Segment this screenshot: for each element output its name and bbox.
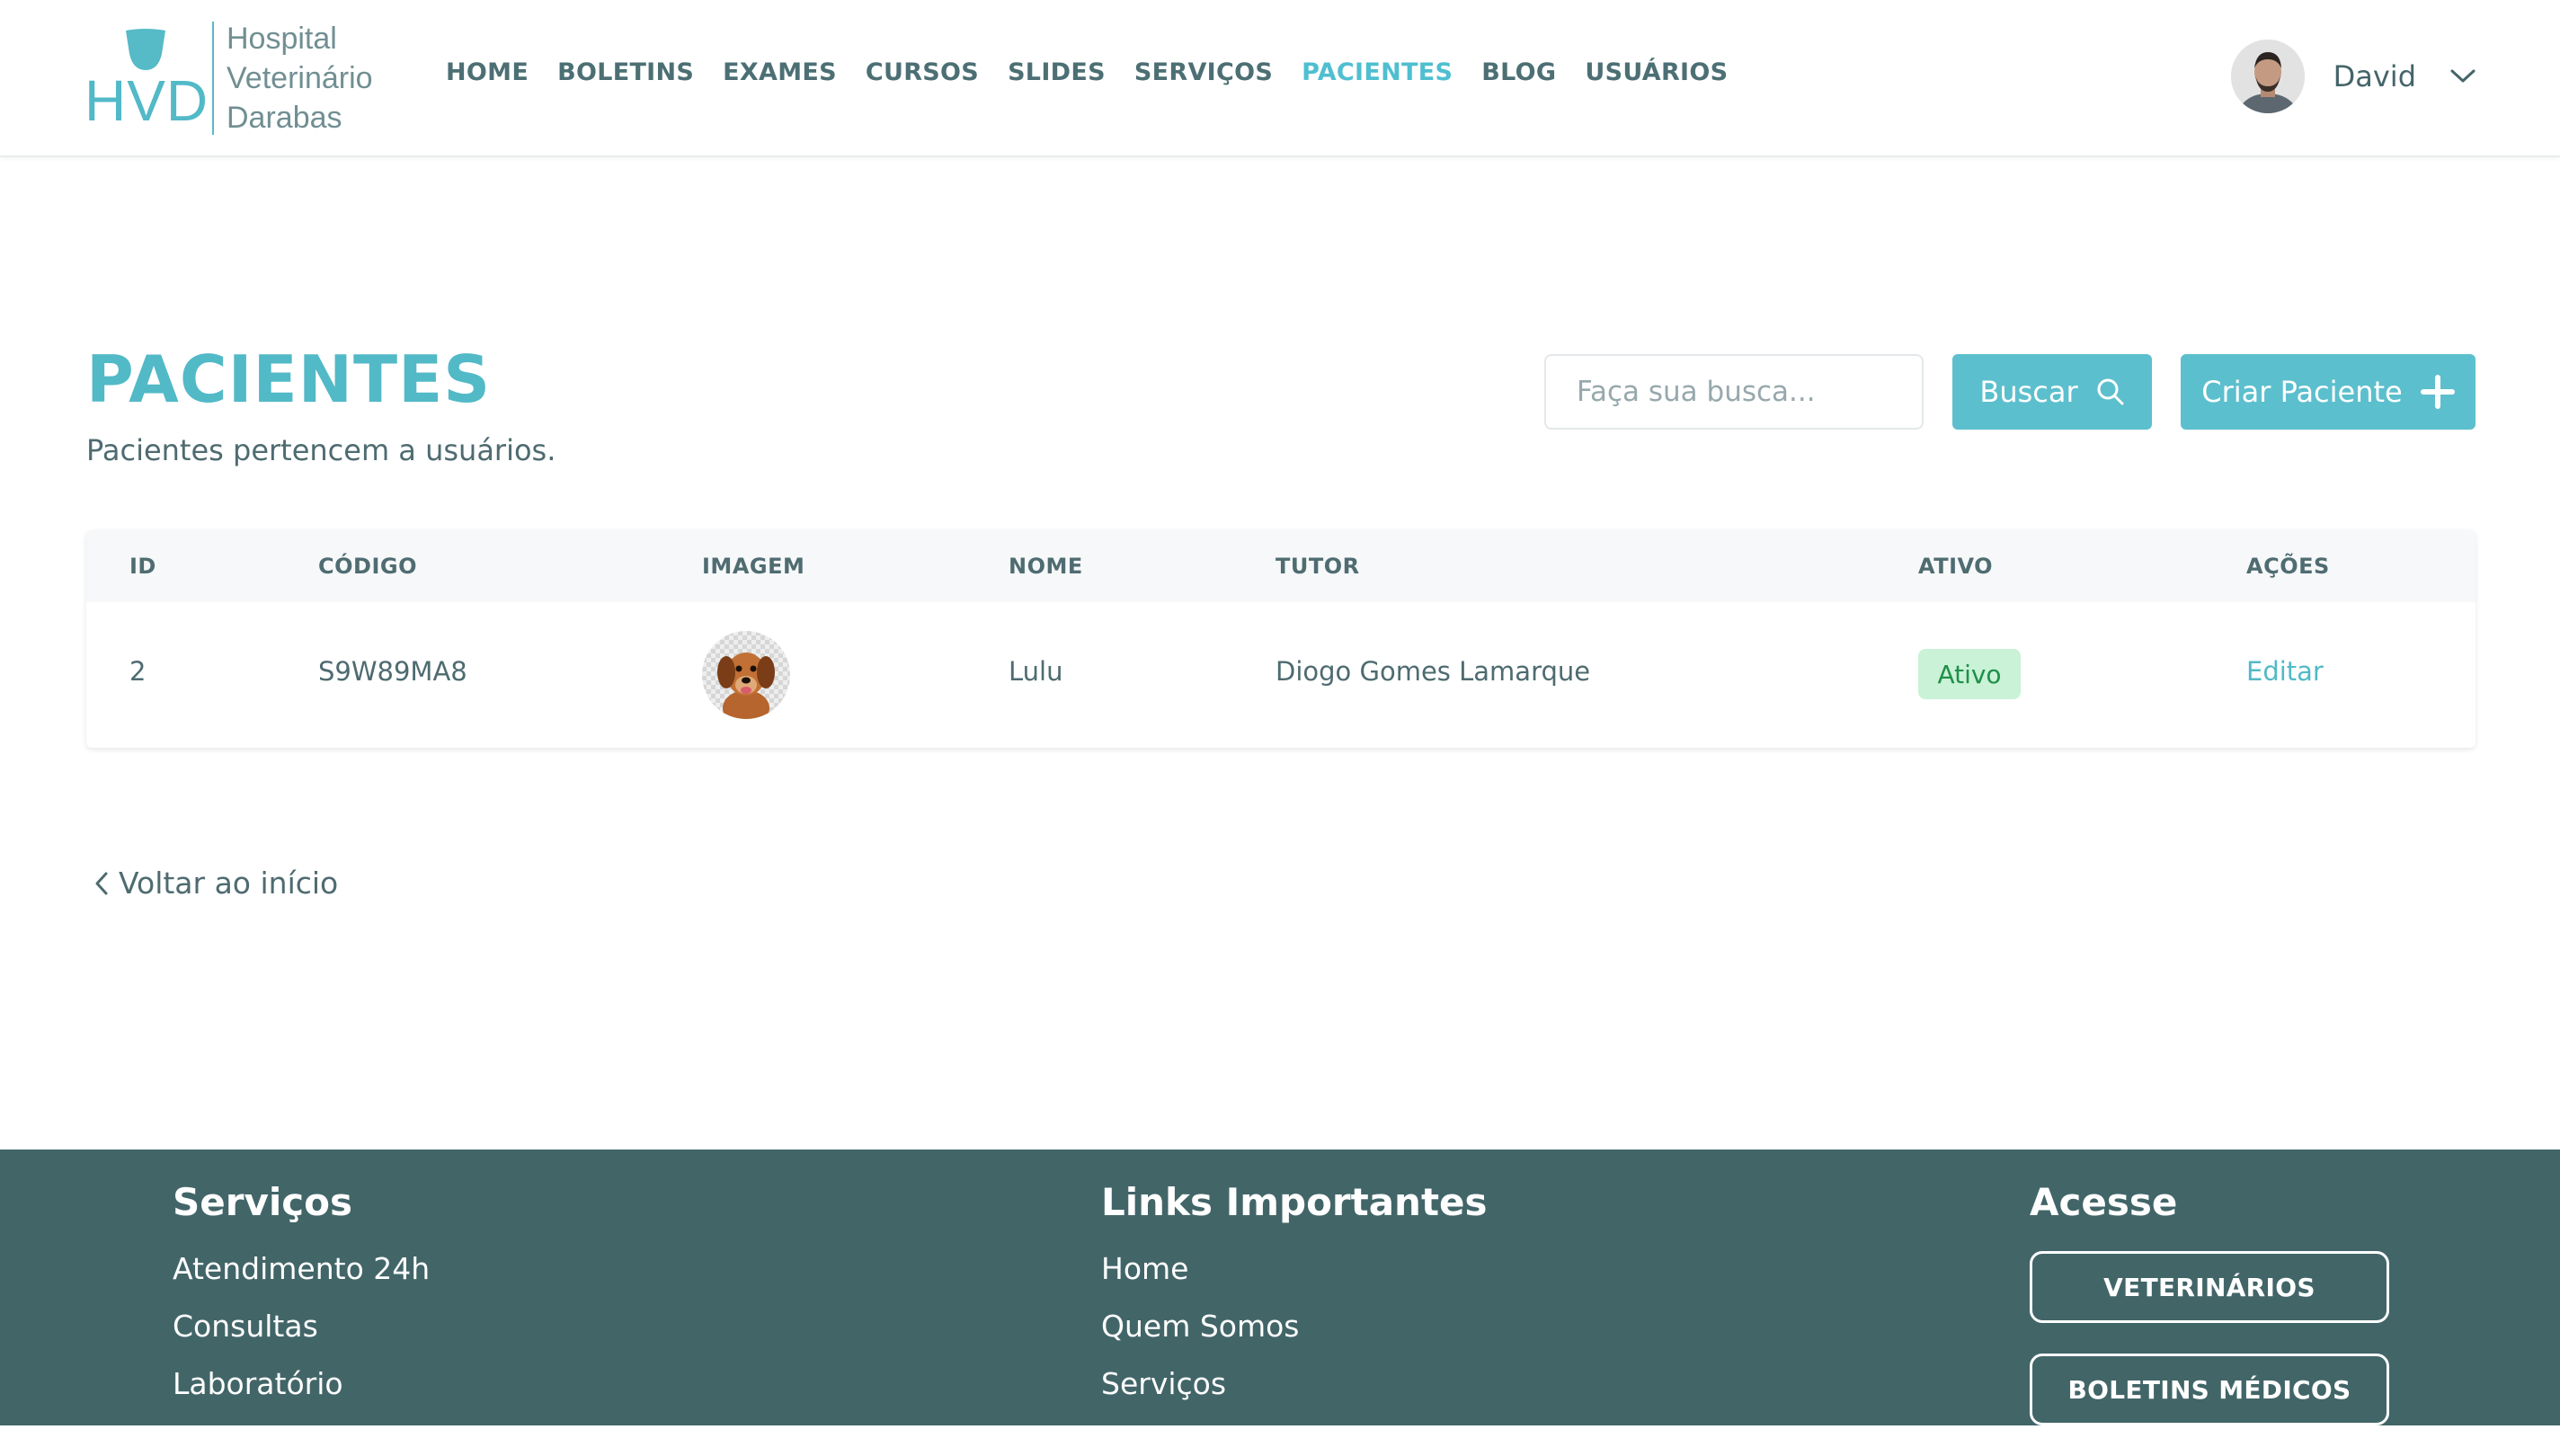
column-header-actions: AÇÕES	[2246, 554, 2330, 579]
back-link-label: Voltar ao início	[119, 866, 339, 901]
tooth-logo-icon	[126, 29, 165, 70]
footer-access-title: Acesse	[2030, 1180, 2178, 1224]
footer-link-consultas[interactable]: Consultas	[173, 1309, 430, 1366]
status-badge: Ativo	[1918, 649, 2021, 699]
column-header-active: ATIVO	[1918, 554, 1994, 579]
logo-line-2: Veterinário	[227, 61, 373, 95]
plus-icon	[2420, 375, 2455, 409]
dog-photo	[702, 631, 790, 719]
nav-boletins[interactable]: BOLETINS	[557, 58, 694, 86]
logo-line-1: Hospital	[227, 22, 337, 56]
search-button-label: Buscar	[1979, 375, 2078, 409]
logo-divider	[212, 22, 214, 135]
user-menu[interactable]: David	[2230, 40, 2476, 113]
search-input[interactable]	[1544, 354, 1924, 430]
nav-exames[interactable]: EXAMES	[723, 58, 837, 86]
logo-abbr: HVD	[84, 68, 209, 133]
user-name: David	[2333, 59, 2416, 93]
logo-mark: HVD	[84, 22, 209, 135]
page-subtitle: Pacientes pertencem a usuários.	[86, 433, 556, 467]
footer-links-title: Links Importantes	[1101, 1180, 1488, 1224]
main-nav: HOME BOLETINS EXAMES CURSOS SLIDES SERVI…	[446, 58, 1756, 86]
create-patient-label: Criar Paciente	[2201, 375, 2403, 409]
user-avatar[interactable]	[2230, 40, 2305, 113]
nav-servicos[interactable]: SERVIÇOS	[1134, 58, 1273, 86]
footer-link-laboratorio[interactable]: Laboratório	[173, 1366, 430, 1424]
cell-tutor: Diogo Gomes Lamarque	[1276, 656, 1591, 687]
table-row: 2 S9W89MA8 Lulu Diogo Gomes Lamarque Ati…	[86, 602, 2476, 748]
edit-link[interactable]: Editar	[2246, 656, 2324, 687]
logo-line-3: Darabas	[227, 101, 342, 135]
footer-link-servicos[interactable]: Serviços	[1101, 1366, 1488, 1424]
nav-pacientes[interactable]: PACIENTES	[1302, 58, 1453, 86]
chevron-left-icon	[95, 872, 108, 894]
footer-link-quem-somos[interactable]: Quem Somos	[1101, 1309, 1488, 1366]
nav-slides[interactable]: SLIDES	[1008, 58, 1106, 86]
top-navbar: HVD Hospital Veterinário Darabas HOME BO…	[0, 0, 2560, 157]
column-header-image: IMAGEM	[702, 554, 805, 579]
chevron-down-icon[interactable]	[2450, 69, 2476, 84]
veterinarios-button[interactable]: VETERINÁRIOS	[2030, 1251, 2389, 1323]
footer-important-links: Links Importantes Home Quem Somos Serviç…	[1101, 1180, 1488, 1424]
footer-link-atendimento[interactable]: Atendimento 24h	[173, 1251, 430, 1309]
search-icon	[2097, 378, 2124, 405]
footer-services: Serviços Atendimento 24h Consultas Labor…	[173, 1180, 430, 1424]
column-header-tutor: TUTOR	[1276, 554, 1360, 579]
nav-usuarios[interactable]: USUÁRIOS	[1585, 58, 1728, 86]
nav-cursos[interactable]: CURSOS	[866, 58, 979, 86]
nav-home[interactable]: HOME	[446, 58, 529, 86]
avatar-photo	[2230, 40, 2305, 113]
cell-id: 2	[129, 656, 147, 687]
patient-photo	[702, 631, 790, 719]
footer-link-home[interactable]: Home	[1101, 1251, 1488, 1309]
footer-services-title: Serviços	[173, 1180, 352, 1224]
footer-access: Acesse VETERINÁRIOS BOLETINS MÉDICOS	[2030, 1180, 2389, 1456]
page-title: PACIENTES	[86, 342, 492, 417]
cell-name: Lulu	[1009, 656, 1063, 687]
table-header: ID CÓDIGO IMAGEM NOME TUTOR ATIVO AÇÕES	[86, 530, 2476, 602]
boletins-medicos-button[interactable]: BOLETINS MÉDICOS	[2030, 1354, 2389, 1425]
create-patient-button[interactable]: Criar Paciente	[2181, 354, 2476, 430]
column-header-name: NOME	[1009, 554, 1083, 579]
column-header-code: CÓDIGO	[318, 554, 417, 579]
footer: Serviços Atendimento 24h Consultas Labor…	[0, 1150, 2560, 1425]
hospital-logo[interactable]: HVD Hospital Veterinário Darabas	[84, 22, 381, 135]
column-header-id: ID	[129, 554, 156, 579]
cell-code: S9W89MA8	[318, 656, 467, 687]
logo-text: Hospital Veterinário Darabas	[227, 22, 373, 135]
nav-blog[interactable]: BLOG	[1481, 58, 1556, 86]
back-to-home-link[interactable]: Voltar ao início	[93, 866, 338, 901]
patients-table: ID CÓDIGO IMAGEM NOME TUTOR ATIVO AÇÕES …	[86, 530, 2476, 748]
search-button[interactable]: Buscar	[1952, 354, 2152, 430]
